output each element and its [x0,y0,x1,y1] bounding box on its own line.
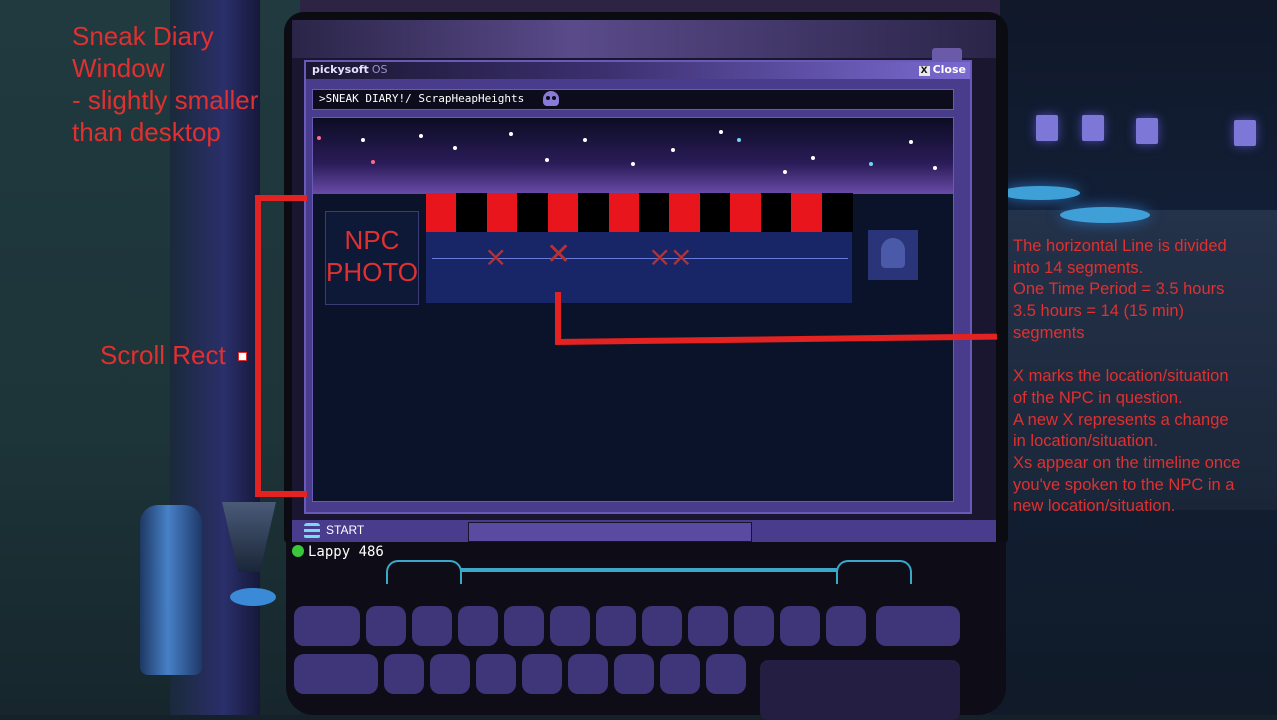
key [384,654,424,694]
key [294,606,360,646]
device-label: Lappy 486 [292,544,384,560]
taskbar-window-slot[interactable] [468,522,752,542]
time-segment [578,193,610,232]
key [366,606,406,646]
status-light-icon [292,545,304,557]
taskbar: START [292,520,996,542]
x-mark[interactable]: ×× [648,243,693,271]
key [706,654,746,694]
background-window-light [1234,120,1256,146]
background-table [1060,207,1150,223]
key [430,654,470,694]
star [361,138,365,142]
key [522,654,562,694]
time-segment [730,193,762,232]
star [453,146,457,150]
laptop-trackpad [760,660,960,720]
npc-photo: NPC PHOTO [325,211,419,305]
star [783,170,787,174]
time-segment [547,193,579,232]
key [660,654,700,694]
starfield-banner [313,118,953,194]
time-segment [517,193,549,232]
background-window-light [1136,118,1158,144]
background-table [1000,186,1080,200]
time-segment [699,193,731,232]
star [737,138,741,142]
annotation-connector [555,292,561,344]
x-mark[interactable]: ✕ [546,240,571,270]
star [419,134,423,138]
os-brand: pickysoft OS [312,63,388,76]
key [458,606,498,646]
npc-timeline: × ✕ ×× [426,193,853,303]
star [719,130,723,134]
time-segment [486,193,518,232]
desktop-wallpaper [292,20,996,58]
key [876,606,960,646]
key [568,654,608,694]
time-segment [791,193,823,232]
key [476,654,516,694]
laptop-screen: pickysoft OS X Close >SNEAK DIARY!/ ScrapH… [292,20,996,542]
time-segment [608,193,640,232]
laptop-hinge-bar [458,568,838,572]
address-bar: >SNEAK DIARY!/ ScrapHeapHeights [312,89,954,110]
start-button[interactable]: START [326,523,364,537]
time-segment [760,193,792,232]
ribbon-badge-icon [868,230,918,280]
x-mark[interactable]: × [484,243,507,271]
sneak-diary-window: pickysoft OS X Close >SNEAK DIARY!/ ScrapH… [304,60,972,514]
star [909,140,913,144]
star [933,166,937,170]
time-segment [456,193,488,232]
star [671,148,675,152]
key [504,606,544,646]
time-segment [639,193,670,232]
star [371,160,375,164]
laptop-hinge-left [386,560,462,584]
time-segment-strip [426,193,853,232]
key [596,606,636,646]
close-icon: X [918,66,930,76]
annotation-scroll-rect: Scroll Rect [100,340,226,370]
key [550,606,590,646]
star [869,162,873,166]
background-window-light [1036,115,1058,141]
annotation-window-note: Sneak Diary Window - slightly smaller th… [72,21,259,147]
time-segment [669,193,701,232]
star [811,156,815,160]
laptop-hinge-right [836,560,912,584]
key [614,654,654,694]
key [780,606,820,646]
star [509,132,513,136]
key [642,606,682,646]
skull-icon [543,91,559,106]
key [688,606,728,646]
window-titlebar[interactable]: pickysoft OS X Close [306,62,970,79]
key [294,654,378,694]
address-path: >SNEAK DIARY!/ ScrapHeapHeights [319,92,525,105]
background-window-light [1082,115,1104,141]
key [734,606,774,646]
background-glass-base [230,588,276,606]
time-segment [426,193,457,232]
npc-photo-label: NPC PHOTO [326,225,418,287]
close-label: Close [932,63,966,76]
background-bottle [140,505,202,675]
scroll-rect[interactable]: NPC PHOTO × ✕ ×× [312,117,954,502]
star [545,158,549,162]
key [412,606,452,646]
star [583,138,587,142]
annotation-timeline-notes: The horizontal Line is divided into 14 s… [1013,237,1241,516]
star [317,136,321,140]
scroll-rect-marker-icon [238,352,247,361]
close-button[interactable]: X Close [918,63,966,76]
scroll-rect-bracket [255,195,307,497]
time-segment [821,193,853,232]
key [826,606,866,646]
menu-lines-icon[interactable] [304,523,320,539]
star [631,162,635,166]
